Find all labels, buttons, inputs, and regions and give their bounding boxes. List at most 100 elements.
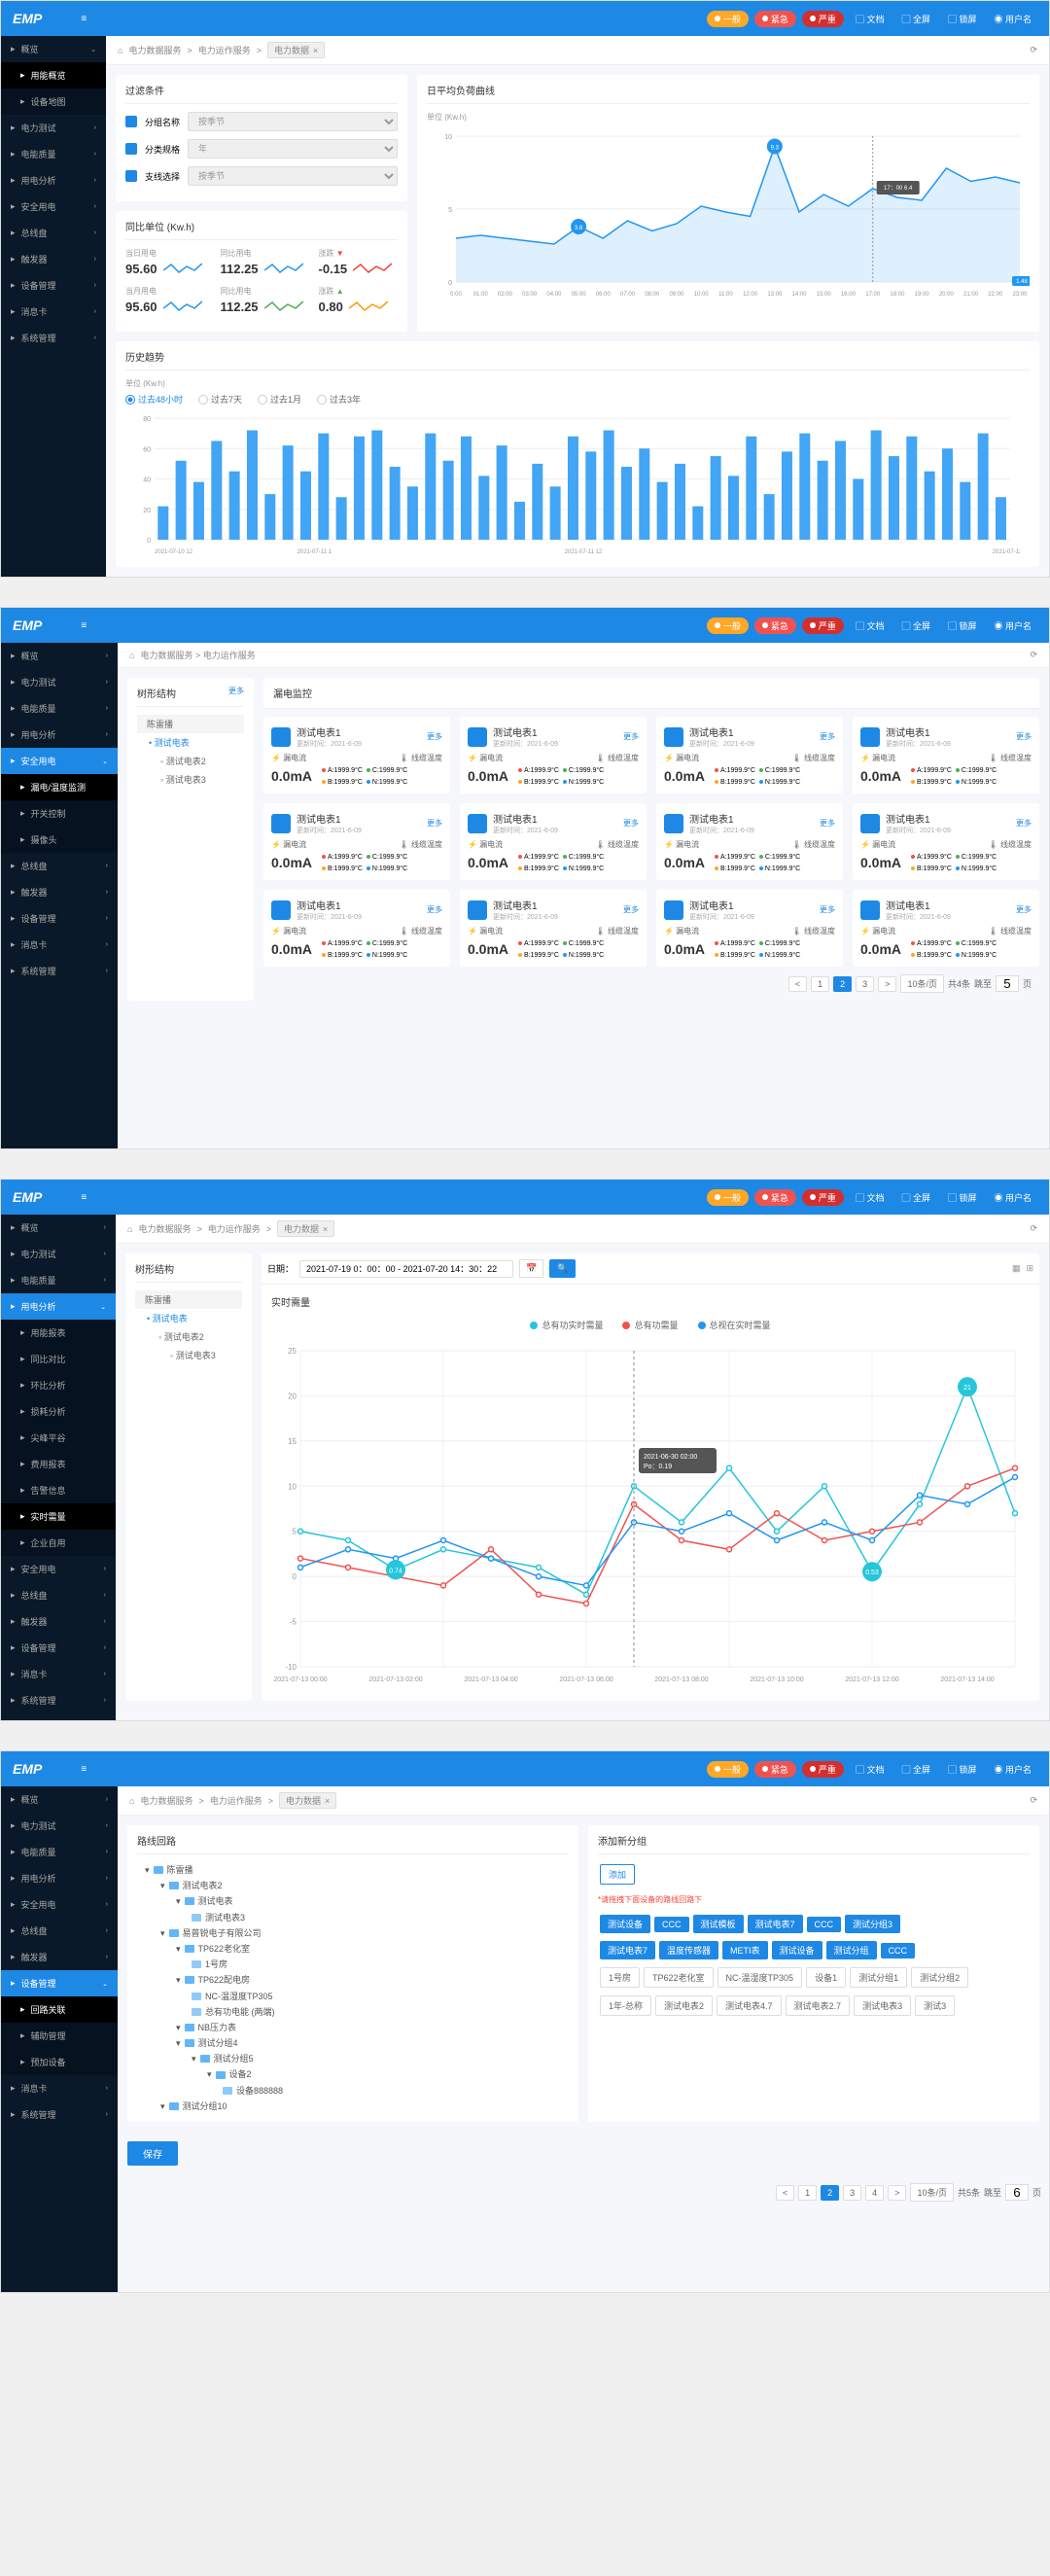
alert-badge[interactable]: 严重 (802, 1761, 844, 1778)
folder-node[interactable]: ▾ 陈雷播 (137, 1862, 569, 1878)
filter-select[interactable]: 按季节 (188, 112, 398, 131)
sidebar-item[interactable]: ▸安全用电› (1, 194, 106, 220)
tag[interactable]: CCC (881, 1943, 916, 1958)
sidebar-item[interactable]: ▸电力测试› (1, 669, 118, 695)
tag[interactable]: 温度传感器 (659, 1941, 718, 1959)
crumb-item[interactable]: 电力运作服务 (210, 1794, 262, 1807)
sidebar-item[interactable]: ▸消息卡› (1, 1661, 116, 1687)
sidebar-item[interactable]: ▸用能报表 (1, 1320, 116, 1346)
home-icon[interactable]: ⌂ (118, 46, 122, 55)
sidebar-item[interactable]: ▸企业自用 (1, 1530, 116, 1556)
user-menu[interactable]: ◉ 用户名 (988, 1761, 1037, 1778)
crumb-item[interactable]: 电力数据服务 (140, 1794, 192, 1807)
menu-toggle-icon[interactable]: ≡ (81, 1764, 87, 1775)
crumb-tab[interactable]: 电力数据 (277, 1220, 334, 1237)
sidebar-item[interactable]: ▸费用报表 (1, 1451, 116, 1477)
sidebar-item[interactable]: ▸实时需量 (1, 1503, 116, 1530)
doc-button[interactable]: ▢ 文档 (850, 618, 891, 634)
crumb-item[interactable]: 电力运作服务 (208, 1222, 261, 1235)
crumb-tab[interactable]: 电力数据 (279, 1792, 336, 1809)
sidebar-item[interactable]: ▸回路关联 (1, 1996, 118, 2023)
sidebar-item[interactable]: ▸用电分析› (1, 167, 106, 194)
sidebar-item[interactable]: ▸电能质量› (1, 695, 118, 722)
sidebar-item[interactable]: ▸摄像头 (1, 827, 118, 853)
tag[interactable]: 测试电表7 (748, 1915, 803, 1933)
card-more-link[interactable]: 更多 (427, 818, 442, 829)
refresh-icon[interactable]: ⟳ (1030, 45, 1037, 55)
sidebar-item[interactable]: ▸设备管理› (1, 272, 106, 299)
sidebar-item[interactable]: ▸安全用电⌄ (1, 748, 118, 774)
tag-outline[interactable]: TP622老化室 (644, 1967, 714, 1988)
sidebar-item[interactable]: ▸概览› (1, 643, 118, 669)
sidebar-item[interactable]: ▸触发器› (1, 879, 118, 905)
sidebar-item[interactable]: ▸用电分析› (1, 1865, 118, 1891)
sidebar-item[interactable]: ▸漏电/温度监测 (1, 774, 118, 800)
folder-node[interactable]: NC-温湿度TP305 (137, 1989, 569, 2004)
filter-select[interactable]: 年 (188, 139, 398, 159)
tree-root[interactable]: 陈雷播 (137, 715, 244, 733)
page-button[interactable]: 1 (811, 976, 829, 992)
tag-outline[interactable]: 1号房 (600, 1967, 640, 1988)
expand-button[interactable]: ▢ 全屏 (895, 1189, 936, 1206)
folder-node[interactable]: 测试电表3 (137, 1910, 569, 1925)
sidebar-item[interactable]: ▸尖峰平谷 (1, 1425, 116, 1451)
tag-outline[interactable]: 设备1 (806, 1967, 846, 1988)
alert-badge[interactable]: 一般 (707, 618, 749, 634)
sidebar-item[interactable]: ▸系统管理› (1, 958, 118, 984)
page-button[interactable]: 3 (843, 2185, 861, 2201)
save-button[interactable]: 保存 (127, 2141, 178, 2166)
folder-node[interactable]: ▾ 测试分组10 (137, 2099, 569, 2114)
sidebar-item[interactable]: ▸总线盘› (1, 220, 106, 246)
user-menu[interactable]: ◉ 用户名 (988, 1189, 1037, 1206)
alert-badge[interactable]: 严重 (802, 618, 844, 634)
sidebar-item[interactable]: ▸预加设备 (1, 2049, 118, 2075)
sidebar-item[interactable]: ▸用电分析⌄ (1, 1293, 116, 1320)
filter-select[interactable]: 按季节 (188, 166, 398, 186)
sidebar-item[interactable]: ▸系统管理› (1, 325, 106, 351)
sidebar-item[interactable]: ▸告警信息 (1, 1477, 116, 1503)
home-icon[interactable]: ⌂ (129, 651, 134, 660)
page-button[interactable]: 1 (798, 2185, 817, 2201)
home-icon[interactable]: ⌂ (127, 1224, 132, 1234)
crumb-item[interactable]: 电力数据服务 (138, 1222, 191, 1235)
tree-node[interactable]: • 测试电表 (137, 733, 244, 752)
card-more-link[interactable]: 更多 (427, 731, 442, 742)
folder-node[interactable]: ▾ TP622配电房 (137, 1972, 569, 1988)
sidebar-item[interactable]: ▸总线盘› (1, 1582, 116, 1608)
page-button[interactable]: 3 (856, 976, 874, 992)
sidebar-item[interactable]: ▸总线盘› (1, 853, 118, 879)
tag[interactable]: 测试电表7 (600, 1941, 655, 1959)
tree-root[interactable]: 陈雷播 (135, 1290, 242, 1309)
sidebar-item[interactable]: ▸消息卡› (1, 299, 106, 325)
sidebar-item[interactable]: ▸概览› (1, 1786, 118, 1813)
folder-node[interactable]: ▾ 设备2 (137, 2066, 569, 2082)
sidebar-item[interactable]: ▸系统管理› (1, 2101, 118, 2128)
tree-node[interactable]: • 测试电表 (135, 1309, 242, 1327)
date-range-input[interactable] (299, 1260, 513, 1278)
user-menu[interactable]: ◉ 用户名 (988, 11, 1037, 27)
sidebar-item[interactable]: ▸电力测试› (1, 115, 106, 141)
page-button[interactable]: < (776, 2185, 794, 2201)
home-icon[interactable]: ⌂ (129, 1796, 134, 1806)
lock-button[interactable]: ▢ 锁屏 (942, 618, 983, 634)
page-button[interactable]: < (788, 976, 807, 992)
page-button[interactable]: 2 (833, 976, 852, 992)
sidebar-item[interactable]: ▸电能质量› (1, 141, 106, 167)
alert-badge[interactable]: 紧急 (754, 1761, 796, 1778)
sidebar-item[interactable]: ▸消息卡› (1, 932, 118, 958)
sidebar-item[interactable]: ▸安全用电› (1, 1891, 118, 1918)
lock-button[interactable]: ▢ 锁屏 (942, 1189, 983, 1206)
legend-item[interactable]: 总有功需量 (622, 1319, 678, 1331)
sidebar-item[interactable]: ▸总线盘› (1, 1918, 118, 1944)
alert-badge[interactable]: 严重 (802, 11, 844, 27)
doc-button[interactable]: ▢ 文档 (850, 1189, 891, 1206)
tag[interactable]: 测试分组 (826, 1941, 877, 1959)
tag[interactable]: 测试模板 (693, 1915, 744, 1933)
menu-toggle-icon[interactable]: ≡ (81, 1192, 87, 1203)
tag[interactable]: 测试设备 (772, 1941, 822, 1959)
tag-outline[interactable]: NC-温湿度TP305 (718, 1967, 803, 1988)
alert-badge[interactable]: 紧急 (754, 11, 796, 27)
crumb-item[interactable]: 电力数据服务 (128, 44, 181, 56)
alert-badge[interactable]: 一般 (707, 1189, 749, 1206)
legend-item[interactable]: 总视在实时需量 (698, 1319, 771, 1331)
